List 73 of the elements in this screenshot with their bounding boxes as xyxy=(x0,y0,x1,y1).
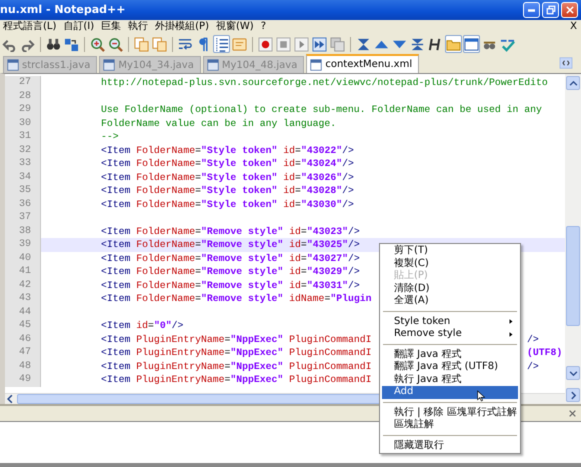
code-fragment: (UTF8) xyxy=(527,346,564,360)
line-number: 43 xyxy=(5,292,41,306)
code-line: <Item FolderName="Remove style" id="43027"/> xyxy=(101,252,360,265)
line-number: 29 xyxy=(5,103,41,116)
tab-label: My104_48.java xyxy=(222,58,298,72)
line-number: 45 xyxy=(5,319,41,332)
code-line: <Item FolderName="Remove style" id="43031"/> xyxy=(101,278,360,292)
code-line: <Item PluginEntryName="NppExec" PluginCommandI xyxy=(101,373,372,386)
code-fragment: /> xyxy=(527,332,540,346)
menu-item[interactable]: Remove style xyxy=(382,328,518,340)
menu-item[interactable]: 執行 Java 程式 xyxy=(382,374,518,386)
code-line: <Item FolderName="Style token" id="43028"/> xyxy=(101,184,354,198)
line-number: 28 xyxy=(5,90,41,103)
code-line: <Item FolderName="Style token" id="43024"/> xyxy=(101,157,354,170)
line-number: 36 xyxy=(5,198,41,211)
code-line: --> xyxy=(101,130,119,144)
tab-label: strclass1.java xyxy=(22,58,90,72)
tab[interactable]: contextMenu.xml xyxy=(306,54,420,73)
menu-item[interactable]: 翻譯 Java 程式 xyxy=(382,348,518,361)
code-line: <Item PluginEntryName="NppExec" PluginCommandI xyxy=(101,360,372,373)
menu-item[interactable]: Style token xyxy=(382,316,518,328)
tab-label: My104_34.java xyxy=(118,58,194,72)
menu-item[interactable]: 全選(A) xyxy=(382,295,518,308)
line-number: 41 xyxy=(5,265,41,278)
code-line: <Item PluginEntryName="NppExec" PluginCommandI xyxy=(101,346,372,360)
line-number: 42 xyxy=(5,278,41,292)
tab-label: contextMenu.xml xyxy=(325,58,412,72)
menu-item[interactable]: 程式語言(L) xyxy=(3,21,56,33)
line-number: 27 xyxy=(5,76,41,90)
menu-item-label: Style token xyxy=(394,316,450,328)
code-line: <Item FolderName="Style token" id="43026"/> xyxy=(101,170,354,184)
menu-item[interactable]: 外掛模組(P) xyxy=(155,21,209,33)
window-title: nu.xml - Notepad++ xyxy=(0,2,126,18)
code-fragment: /> xyxy=(527,360,540,373)
menu-item[interactable]: 清除(D) xyxy=(382,282,518,295)
line-number: 31 xyxy=(5,130,41,144)
line-number: 48 xyxy=(5,360,41,373)
code-line: Use FolderName (optional) to create sub-menu. FolderName can be used in any xyxy=(101,103,542,116)
line-number: 46 xyxy=(5,332,41,346)
code-line: <Item FolderName="Remove style" id="43029"/> xyxy=(101,265,360,278)
line-number: 40 xyxy=(5,252,41,265)
code-line: <Item id="0"/> xyxy=(101,319,184,332)
code-line: <Item FolderName="Remove style" idName="Plugin xyxy=(101,292,372,306)
code-line: <Item FolderName="Remove style" id="43023"/> xyxy=(101,224,360,238)
menu-item[interactable]: 執行 xyxy=(128,21,148,33)
code-line: FolderName value can be in any language. xyxy=(101,116,336,130)
code-line: <Item PluginEntryName="NppExec" PluginCommandI xyxy=(101,332,372,346)
menu-item[interactable]: 複製(C) xyxy=(382,258,518,270)
line-number: 32 xyxy=(5,144,41,157)
line-number: 44 xyxy=(5,306,41,319)
line-number: 35 xyxy=(5,184,41,198)
line-number: 30 xyxy=(5,116,41,130)
line-number: 38 xyxy=(5,224,41,238)
menu-item[interactable]: 翻譯 Java 程式 (UTF8) xyxy=(382,361,518,374)
code-line: http://notepad-plus.svn.sourceforge.net/viewvc/notepad-plus/trunk/PowerEdito xyxy=(101,76,548,90)
menu-item[interactable]: Add xyxy=(382,386,518,398)
menu-item[interactable]: ? xyxy=(260,21,266,33)
menu-item[interactable]: 區塊註解 xyxy=(382,419,518,432)
code-line: <Item FolderName="Style token" id="43022"/> xyxy=(101,144,354,157)
code-line: <Item FolderName="Style token" id="43030"/> xyxy=(101,198,354,211)
close-document-button[interactable]: X xyxy=(570,21,577,33)
menu-item[interactable]: 巨集 xyxy=(101,21,122,33)
line-number: 39 xyxy=(5,238,41,252)
line-number: 37 xyxy=(5,211,41,224)
line-number: 34 xyxy=(5,170,41,184)
menu-item[interactable]: 執行 | 移除 區塊單行式註解 xyxy=(382,406,518,419)
line-number: 47 xyxy=(5,346,41,360)
menu-item[interactable]: 視窗(W) xyxy=(216,21,254,33)
line-number: 49 xyxy=(5,373,41,386)
menu-item[interactable]: 隱藏選取行 xyxy=(382,440,518,452)
menu-item-label: Remove style xyxy=(394,328,462,340)
menu-item[interactable]: 自訂(I) xyxy=(63,21,94,33)
line-number: 33 xyxy=(5,157,41,170)
